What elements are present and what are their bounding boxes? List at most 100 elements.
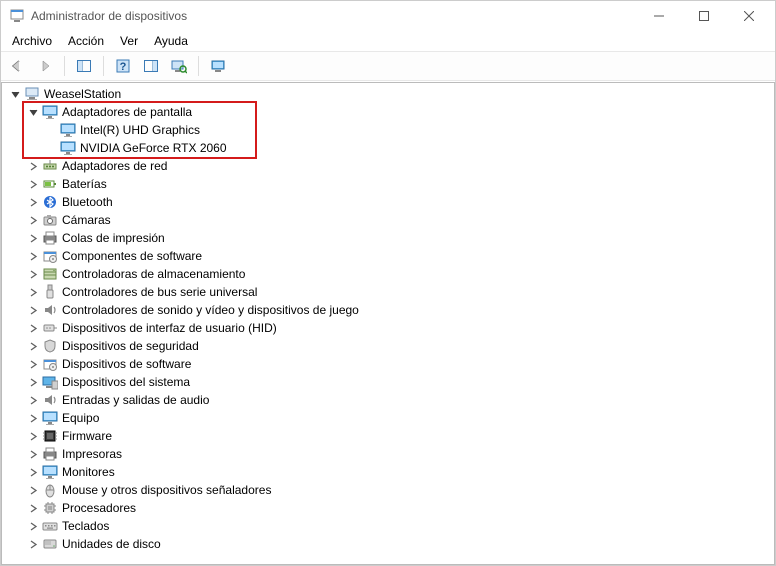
tree-node-label: Dispositivos de interfaz de usuario (HID… bbox=[61, 319, 278, 337]
scan-hardware-button[interactable] bbox=[167, 54, 191, 78]
device-tree[interactable]: WeaselStationAdaptadores de pantallaInte… bbox=[2, 83, 774, 557]
display-adapter-icon bbox=[60, 140, 76, 156]
tree-node-label: Intel(R) UHD Graphics bbox=[79, 121, 201, 139]
tree-category-node[interactable]: Dispositivos de software bbox=[2, 355, 774, 373]
minimize-button[interactable] bbox=[636, 1, 681, 31]
tree-category-node[interactable]: Dispositivos de interfaz de usuario (HID… bbox=[2, 319, 774, 337]
tree-root-node[interactable]: WeaselStation bbox=[2, 85, 774, 103]
back-button[interactable] bbox=[5, 54, 29, 78]
tree-category-node[interactable]: Firmware bbox=[2, 427, 774, 445]
tree-category-node[interactable]: Entradas y salidas de audio bbox=[2, 391, 774, 409]
tree-device-display-adapter-1[interactable]: NVIDIA GeForce RTX 2060 bbox=[2, 139, 774, 157]
tree-node-label: Bluetooth bbox=[61, 193, 114, 211]
tree-device-display-adapter-0[interactable]: Intel(R) UHD Graphics bbox=[2, 121, 774, 139]
chevron-right-icon[interactable] bbox=[27, 358, 39, 370]
tree-category-node[interactable]: Controladoras de almacenamiento bbox=[2, 265, 774, 283]
computer-icon bbox=[42, 410, 58, 426]
show-hide-console-tree-button[interactable] bbox=[72, 54, 96, 78]
tree-category-node[interactable]: Dispositivos de seguridad bbox=[2, 337, 774, 355]
tree-node-label: Componentes de software bbox=[61, 247, 203, 265]
chevron-right-icon[interactable] bbox=[27, 304, 39, 316]
tree-category-node[interactable]: Teclados bbox=[2, 517, 774, 535]
tree-node-label: Monitores bbox=[61, 463, 116, 481]
menu-help[interactable]: Ayuda bbox=[147, 32, 195, 50]
usb-icon bbox=[42, 284, 58, 300]
tree-category-node[interactable]: Controladores de sonido y vídeo y dispos… bbox=[2, 301, 774, 319]
chevron-right-icon[interactable] bbox=[27, 520, 39, 532]
computer-icon bbox=[24, 86, 40, 102]
chevron-right-icon[interactable] bbox=[27, 250, 39, 262]
tree-category-display-adapters[interactable]: Adaptadores de pantalla bbox=[2, 103, 774, 121]
chevron-right-icon[interactable] bbox=[27, 412, 39, 424]
chevron-right-icon[interactable] bbox=[27, 502, 39, 514]
help-button[interactable]: ? bbox=[111, 54, 135, 78]
tree-node-label: Impresoras bbox=[61, 445, 123, 463]
action-pane-button[interactable] bbox=[139, 54, 163, 78]
firmware-icon bbox=[42, 428, 58, 444]
chevron-right-icon[interactable] bbox=[27, 538, 39, 550]
maximize-button[interactable] bbox=[681, 1, 726, 31]
twisty-spacer bbox=[45, 124, 57, 136]
chevron-right-icon[interactable] bbox=[27, 268, 39, 280]
hid-icon bbox=[42, 320, 58, 336]
toolbar: ? bbox=[1, 51, 775, 81]
remote-computer-button[interactable] bbox=[206, 54, 230, 78]
chevron-right-icon[interactable] bbox=[27, 394, 39, 406]
tree-category-node[interactable]: Colas de impresión bbox=[2, 229, 774, 247]
tree-category-node[interactable]: Bluetooth bbox=[2, 193, 774, 211]
chevron-right-icon[interactable] bbox=[27, 430, 39, 442]
chevron-right-icon[interactable] bbox=[27, 178, 39, 190]
chevron-right-icon[interactable] bbox=[27, 484, 39, 496]
tree-node-label: Controladoras de almacenamiento bbox=[61, 265, 246, 283]
tree-node-label: Dispositivos del sistema bbox=[61, 373, 191, 391]
toolbar-separator bbox=[64, 56, 65, 76]
menu-view[interactable]: Ver bbox=[113, 32, 145, 50]
tree-category-node[interactable]: Procesadores bbox=[2, 499, 774, 517]
tree-category-node[interactable]: Adaptadores de red bbox=[2, 157, 774, 175]
tree-category-node[interactable]: Baterías bbox=[2, 175, 774, 193]
tree-category-node[interactable]: Unidades de disco bbox=[2, 535, 774, 553]
battery-icon bbox=[42, 176, 58, 192]
chevron-right-icon[interactable] bbox=[27, 232, 39, 244]
tree-node-label: Firmware bbox=[61, 427, 113, 445]
menu-action[interactable]: Acción bbox=[61, 32, 111, 50]
tree-category-node[interactable]: Equipo bbox=[2, 409, 774, 427]
display-adapter-icon bbox=[60, 122, 76, 138]
chevron-right-icon[interactable] bbox=[27, 466, 39, 478]
tree-node-label: Dispositivos de software bbox=[61, 355, 192, 373]
tree-category-node[interactable]: Componentes de software bbox=[2, 247, 774, 265]
forward-button[interactable] bbox=[33, 54, 57, 78]
chevron-right-icon[interactable] bbox=[27, 376, 39, 388]
chevron-right-icon[interactable] bbox=[27, 160, 39, 172]
storage-controller-icon bbox=[42, 266, 58, 282]
chevron-right-icon[interactable] bbox=[27, 196, 39, 208]
tree-node-label: Cámaras bbox=[61, 211, 112, 229]
chevron-right-icon[interactable] bbox=[27, 340, 39, 352]
menu-file[interactable]: Archivo bbox=[5, 32, 59, 50]
chevron-right-icon[interactable] bbox=[27, 322, 39, 334]
chevron-right-icon[interactable] bbox=[27, 214, 39, 226]
chevron-down-icon[interactable] bbox=[9, 88, 21, 100]
tree-category-node[interactable]: Cámaras bbox=[2, 211, 774, 229]
tree-category-node[interactable]: Monitores bbox=[2, 463, 774, 481]
svg-text:?: ? bbox=[120, 61, 127, 73]
monitor-icon bbox=[42, 464, 58, 480]
close-button[interactable] bbox=[726, 1, 771, 31]
tree-category-node[interactable]: Mouse y otros dispositivos señaladores bbox=[2, 481, 774, 499]
chevron-down-icon[interactable] bbox=[27, 106, 39, 118]
printer-icon bbox=[42, 446, 58, 462]
tree-node-label: Procesadores bbox=[61, 499, 137, 517]
device-manager-icon bbox=[9, 8, 25, 24]
display-adapter-icon bbox=[42, 104, 58, 120]
window-controls bbox=[636, 1, 771, 31]
tree-node-label: Controladores de sonido y vídeo y dispos… bbox=[61, 301, 360, 319]
software-component-icon bbox=[42, 248, 58, 264]
chevron-right-icon[interactable] bbox=[27, 286, 39, 298]
tree-category-node[interactable]: Dispositivos del sistema bbox=[2, 373, 774, 391]
print-queue-icon bbox=[42, 230, 58, 246]
tree-category-node[interactable]: Controladores de bus serie universal bbox=[2, 283, 774, 301]
tree-category-node[interactable]: Impresoras bbox=[2, 445, 774, 463]
chevron-right-icon[interactable] bbox=[27, 448, 39, 460]
tree-node-label: Colas de impresión bbox=[61, 229, 166, 247]
titlebar: Administrador de dispositivos bbox=[1, 1, 775, 31]
